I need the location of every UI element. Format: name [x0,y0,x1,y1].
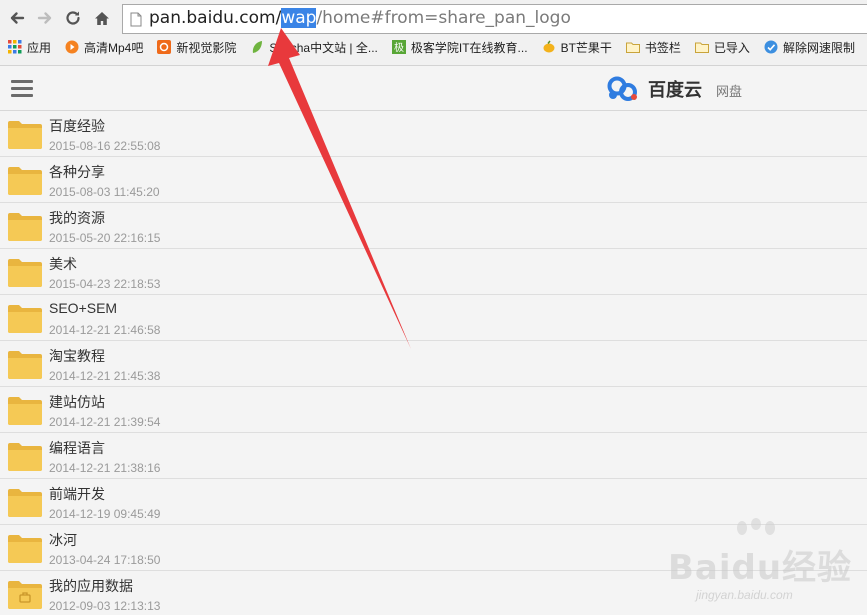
file-date: 2014-12-21 21:38:16 [49,461,161,475]
bookmark-jikexueyuan[interactable]: 极 极客学院IT在线教育... [391,39,528,56]
back-arrow-icon [10,12,25,24]
list-item[interactable]: 建站仿站 2014-12-21 21:39:54 [0,387,867,433]
file-name: 我的资源 [49,210,105,226]
browser-chrome: pan.baidu.com/wap/home#from=share_pan_lo… [0,0,867,66]
baidu-jingyan-watermark: Baidu经验 jingyan.baidu.com [668,518,863,613]
page-document-icon [130,12,142,27]
file-name: 我的应用数据 [49,578,133,594]
file-name: 冰河 [49,532,77,548]
file-name: SEO+SEM [49,300,118,316]
list-item[interactable]: 淘宝教程 2014-12-21 21:45:38 [0,341,867,387]
file-date: 2014-12-21 21:46:58 [49,323,161,337]
movie-site-icon [157,40,172,54]
play-circle-icon [65,40,79,54]
folder-icon [694,42,709,53]
folder-icon [8,443,42,471]
leaf-icon [253,41,263,53]
unlock-icon [764,40,778,54]
url-text: pan.baidu.com/wap/home#from=share_pan_lo… [149,8,571,28]
list-item[interactable]: 各种分享 2015-08-03 11:45:20 [0,157,867,203]
bookmark-label: 极客学院IT在线教育... [410,40,528,55]
file-name: 建站仿站 [49,394,105,410]
forward-button[interactable] [33,6,57,30]
bookmark-apps[interactable]: 应用 [8,39,51,56]
file-date: 2015-08-16 22:55:08 [49,139,161,153]
folder-icon [8,305,42,333]
file-date: 2013-04-24 17:18:50 [49,553,161,567]
url-prefix: pan.baidu.com/ [149,8,282,28]
list-item[interactable]: 我的资源 2015-05-20 22:16:15 [0,203,867,249]
reload-icon [66,11,80,25]
folder-icon [625,42,640,53]
file-name: 美术 [49,256,77,272]
url-suffix: /home#from=share_pan_logo [316,8,571,28]
bookmark-sencha[interactable]: Sencha中文站 | 全... [250,39,378,56]
bookmark-mp4ba[interactable]: 高清Mp4吧 [65,39,143,56]
bookmark-label: 已导入 [713,40,750,55]
list-item[interactable]: 百度经验 2015-08-16 22:55:08 [0,111,867,157]
file-date: 2015-05-20 22:16:15 [49,231,161,245]
file-name: 前端开发 [49,486,105,502]
forward-arrow-icon [37,12,52,24]
folder-icon [8,351,42,379]
folder-icon [8,259,42,287]
bookmark-folder-imported[interactable]: 已导入 [694,39,750,56]
bookmark-label: 解除网速限制 [782,40,855,55]
file-name: 百度经验 [49,118,105,134]
bookmark-xinshijue[interactable]: 新视觉影院 [157,39,236,56]
back-button[interactable] [5,6,29,30]
file-name: 各种分享 [49,164,105,180]
bookmark-speed-unlock[interactable]: 解除网速限制 [764,39,855,56]
bookmark-label: Sencha中文站 | 全... [269,40,378,55]
file-name: 编程语言 [49,440,105,456]
file-date: 2014-12-21 21:39:54 [49,415,161,429]
menu-icon[interactable] [11,80,33,98]
home-button[interactable] [90,6,114,30]
browser-toolbar: pan.baidu.com/wap/home#from=share_pan_lo… [0,0,867,36]
app-folder-icon [8,581,42,609]
list-item[interactable]: 美术 2015-04-23 22:18:53 [0,249,867,295]
bookmark-label: 书签栏 [644,40,681,55]
file-date: 2012-09-03 12:13:13 [49,599,161,613]
list-item[interactable]: SEO+SEM 2014-12-21 21:46:58 [0,295,867,341]
folder-icon [8,167,42,195]
baidu-yun-logo[interactable]: 百度云 网盘 [604,74,742,104]
svg-text:极: 极 [394,41,404,54]
address-bar[interactable]: pan.baidu.com/wap/home#from=share_pan_lo… [122,4,867,34]
mango-icon [543,40,555,53]
file-date: 2015-08-03 11:45:20 [49,185,160,199]
folder-icon [8,121,42,149]
folder-icon [8,397,42,425]
folder-icon [8,535,42,563]
bookmark-label: 应用 [27,40,52,55]
bookmark-btmango[interactable]: BT芒果干 [542,39,612,56]
reload-button[interactable] [61,6,85,30]
watermark-text: Baidu经验 [668,548,853,588]
file-name: 淘宝教程 [49,348,105,364]
watermark-url: jingyan.baidu.com [696,588,793,602]
file-date: 2014-12-19 09:45:49 [49,507,161,521]
jike-icon: 极 [391,40,406,54]
bookmark-label: 高清Mp4吧 [84,40,144,55]
file-date: 2014-12-21 21:45:38 [49,369,161,383]
bookmark-folder-bar[interactable]: 书签栏 [625,39,681,56]
logo-subtitle: 网盘 [716,84,743,99]
url-highlight: wap [281,8,317,28]
logo-text: 百度云 [648,80,702,101]
apps-grid-icon [8,40,22,54]
folder-icon [8,489,42,517]
bookmark-label: BT芒果干 [560,40,612,55]
bookmarks-bar: 应用 高清Mp4吧 新视觉影院 Sencha中文站 | 全... 极 极客学院I… [0,36,867,58]
list-item[interactable]: 编程语言 2014-12-21 21:38:16 [0,433,867,479]
bookmark-label: 新视觉影院 [176,40,237,55]
home-icon [95,12,109,25]
cloud-logo-icon [607,76,637,101]
page-header: 百度云 网盘 [0,66,867,111]
folder-icon [8,213,42,241]
file-date: 2015-04-23 22:18:53 [49,277,161,291]
